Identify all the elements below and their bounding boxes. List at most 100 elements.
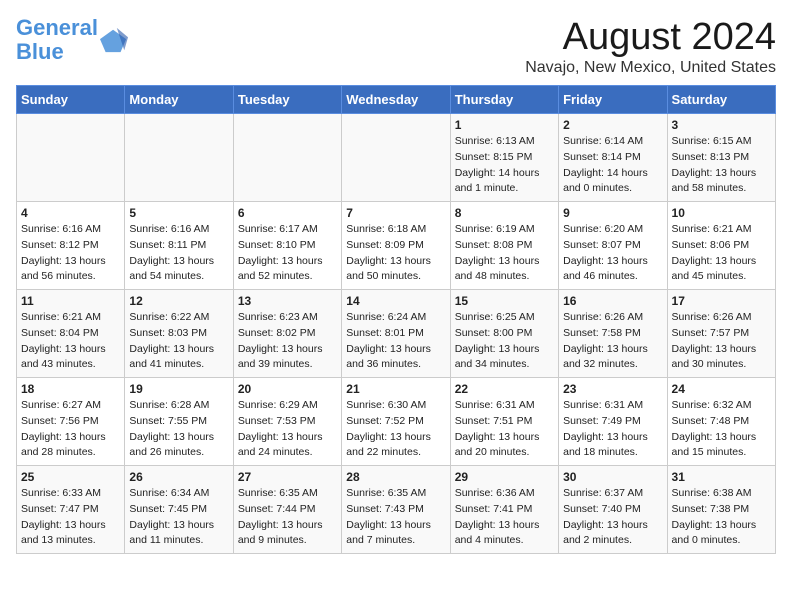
- calendar-cell: 24Sunrise: 6:32 AM Sunset: 7:48 PM Dayli…: [667, 378, 775, 466]
- day-info: Sunrise: 6:31 AM Sunset: 7:51 PM Dayligh…: [455, 398, 554, 461]
- header-day: Friday: [559, 86, 667, 114]
- calendar-cell: 18Sunrise: 6:27 AM Sunset: 7:56 PM Dayli…: [17, 378, 125, 466]
- calendar-cell: 15 Sunrise: 6:25 AM Sunset: 8:00 PM Dayli…: [450, 290, 558, 378]
- calendar-cell: 26 Sunrise: 6:34 AM Sunset: 7:45 PM Dayli…: [125, 466, 233, 554]
- day-number: 1: [455, 118, 554, 132]
- main-title: August 2024: [525, 16, 776, 59]
- day-info: Sunrise: 6:14 AM Sunset: 8:14 PM Dayligh…: [563, 134, 662, 197]
- day-info: Sunrise: 6:27 AM Sunset: 7:56 PM Dayligh…: [21, 398, 120, 461]
- calendar-cell: 20 Sunrise: 6:29 AM Sunset: 7:53 PM Dayli…: [233, 378, 341, 466]
- day-info: Sunrise: 6:21 AM Sunset: 8:06 PM Dayligh…: [672, 222, 771, 285]
- calendar-cell: 9 Sunrise: 6:20 AM Sunset: 8:07 PM Daylig…: [559, 202, 667, 290]
- day-number: 9: [563, 206, 662, 220]
- day-number: 27: [238, 470, 337, 484]
- day-info: Sunrise: 6:22 AM Sunset: 8:03 PM Dayligh…: [129, 310, 228, 373]
- day-number: 12: [129, 294, 228, 308]
- day-number: 26: [129, 470, 228, 484]
- calendar-cell: 30 Sunrise: 6:37 AM Sunset: 7:40 PM Dayli…: [559, 466, 667, 554]
- day-info: Sunrise: 6:31 AM Sunset: 7:49 PM Dayligh…: [563, 398, 662, 461]
- day-info: Sunrise: 6:18 AM Sunset: 8:09 PM Dayligh…: [346, 222, 445, 285]
- day-info: Sunrise: 6:21 AM Sunset: 8:04 PM Dayligh…: [21, 310, 120, 373]
- calendar-cell: 5 Sunrise: 6:16 AM Sunset: 8:11 PM Daylig…: [125, 202, 233, 290]
- calendar-week-row: 18Sunrise: 6:27 AM Sunset: 7:56 PM Dayli…: [17, 378, 776, 466]
- day-number: 4: [21, 206, 120, 220]
- day-number: 20: [238, 382, 337, 396]
- header-day: Monday: [125, 86, 233, 114]
- day-info: Sunrise: 6:20 AM Sunset: 8:07 PM Dayligh…: [563, 222, 662, 285]
- day-info: Sunrise: 6:25 AM Sunset: 8:00 PM Dayligh…: [455, 310, 554, 373]
- day-number: 19: [129, 382, 228, 396]
- header-day: Tuesday: [233, 86, 341, 114]
- day-number: 31: [672, 470, 771, 484]
- calendar-week-row: 11 Sunrise: 6:21 AM Sunset: 8:04 PM Dayli…: [17, 290, 776, 378]
- calendar-cell: 29 Sunrise: 6:36 AM Sunset: 7:41 PM Dayli…: [450, 466, 558, 554]
- calendar-cell: [17, 114, 125, 202]
- logo-icon: [100, 26, 128, 54]
- day-number: 29: [455, 470, 554, 484]
- calendar-cell: 31Sunrise: 6:38 AM Sunset: 7:38 PM Dayli…: [667, 466, 775, 554]
- day-number: 13: [238, 294, 337, 308]
- calendar-cell: 22 Sunrise: 6:31 AM Sunset: 7:51 PM Dayli…: [450, 378, 558, 466]
- day-info: Sunrise: 6:36 AM Sunset: 7:41 PM Dayligh…: [455, 486, 554, 549]
- calendar-cell: 28 Sunrise: 6:35 AM Sunset: 7:43 PM Dayli…: [342, 466, 450, 554]
- day-number: 15: [455, 294, 554, 308]
- calendar-cell: 11 Sunrise: 6:21 AM Sunset: 8:04 PM Dayli…: [17, 290, 125, 378]
- calendar-week-row: 1Sunrise: 6:13 AM Sunset: 8:15 PM Daylig…: [17, 114, 776, 202]
- calendar-cell: 8Sunrise: 6:19 AM Sunset: 8:08 PM Daylig…: [450, 202, 558, 290]
- day-info: Sunrise: 6:30 AM Sunset: 7:52 PM Dayligh…: [346, 398, 445, 461]
- day-number: 8: [455, 206, 554, 220]
- day-number: 22: [455, 382, 554, 396]
- day-info: Sunrise: 6:29 AM Sunset: 7:53 PM Dayligh…: [238, 398, 337, 461]
- day-number: 2: [563, 118, 662, 132]
- calendar-cell: 3 Sunrise: 6:15 AM Sunset: 8:13 PM Daylig…: [667, 114, 775, 202]
- day-number: 16: [563, 294, 662, 308]
- day-number: 17: [672, 294, 771, 308]
- header-day: Saturday: [667, 86, 775, 114]
- day-info: Sunrise: 6:35 AM Sunset: 7:43 PM Dayligh…: [346, 486, 445, 549]
- subtitle: Navajo, New Mexico, United States: [525, 59, 776, 77]
- calendar-cell: 23Sunrise: 6:31 AM Sunset: 7:49 PM Dayli…: [559, 378, 667, 466]
- day-info: Sunrise: 6:15 AM Sunset: 8:13 PM Dayligh…: [672, 134, 771, 197]
- calendar-cell: 27Sunrise: 6:35 AM Sunset: 7:44 PM Dayli…: [233, 466, 341, 554]
- logo-text: GeneralBlue: [16, 16, 98, 64]
- day-info: Sunrise: 6:34 AM Sunset: 7:45 PM Dayligh…: [129, 486, 228, 549]
- header-day: Thursday: [450, 86, 558, 114]
- day-info: Sunrise: 6:24 AM Sunset: 8:01 PM Dayligh…: [346, 310, 445, 373]
- day-info: Sunrise: 6:26 AM Sunset: 7:57 PM Dayligh…: [672, 310, 771, 373]
- day-number: 10: [672, 206, 771, 220]
- calendar-cell: 25Sunrise: 6:33 AM Sunset: 7:47 PM Dayli…: [17, 466, 125, 554]
- day-info: Sunrise: 6:33 AM Sunset: 7:47 PM Dayligh…: [21, 486, 120, 549]
- day-info: Sunrise: 6:17 AM Sunset: 8:10 PM Dayligh…: [238, 222, 337, 285]
- day-number: 11: [21, 294, 120, 308]
- day-number: 5: [129, 206, 228, 220]
- day-info: Sunrise: 6:37 AM Sunset: 7:40 PM Dayligh…: [563, 486, 662, 549]
- day-info: Sunrise: 6:23 AM Sunset: 8:02 PM Dayligh…: [238, 310, 337, 373]
- day-info: Sunrise: 6:16 AM Sunset: 8:11 PM Dayligh…: [129, 222, 228, 285]
- header-day: Wednesday: [342, 86, 450, 114]
- calendar-cell: 21Sunrise: 6:30 AM Sunset: 7:52 PM Dayli…: [342, 378, 450, 466]
- calendar-cell: 1Sunrise: 6:13 AM Sunset: 8:15 PM Daylig…: [450, 114, 558, 202]
- day-info: Sunrise: 6:32 AM Sunset: 7:48 PM Dayligh…: [672, 398, 771, 461]
- day-info: Sunrise: 6:28 AM Sunset: 7:55 PM Dayligh…: [129, 398, 228, 461]
- day-info: Sunrise: 6:16 AM Sunset: 8:12 PM Dayligh…: [21, 222, 120, 285]
- day-info: Sunrise: 6:26 AM Sunset: 7:58 PM Dayligh…: [563, 310, 662, 373]
- calendar-cell: [125, 114, 233, 202]
- calendar-cell: 13 Sunrise: 6:23 AM Sunset: 8:02 PM Dayli…: [233, 290, 341, 378]
- day-number: 3: [672, 118, 771, 132]
- calendar-cell: 2 Sunrise: 6:14 AM Sunset: 8:14 PM Daylig…: [559, 114, 667, 202]
- calendar-cell: 4 Sunrise: 6:16 AM Sunset: 8:12 PM Daylig…: [17, 202, 125, 290]
- title-section: August 2024 Navajo, New Mexico, United S…: [525, 16, 776, 77]
- calendar-cell: [233, 114, 341, 202]
- calendar-body: 1Sunrise: 6:13 AM Sunset: 8:15 PM Daylig…: [17, 114, 776, 554]
- calendar-cell: 12 Sunrise: 6:22 AM Sunset: 8:03 PM Dayli…: [125, 290, 233, 378]
- calendar-cell: 19 Sunrise: 6:28 AM Sunset: 7:55 PM Dayli…: [125, 378, 233, 466]
- calendar-cell: 7Sunrise: 6:18 AM Sunset: 8:09 PM Daylig…: [342, 202, 450, 290]
- day-number: 30: [563, 470, 662, 484]
- page-header: GeneralBlue August 2024 Navajo, New Mexi…: [16, 16, 776, 77]
- calendar-cell: [342, 114, 450, 202]
- calendar-cell: 16 Sunrise: 6:26 AM Sunset: 7:58 PM Dayli…: [559, 290, 667, 378]
- day-number: 28: [346, 470, 445, 484]
- day-number: 14: [346, 294, 445, 308]
- calendar-week-row: 25Sunrise: 6:33 AM Sunset: 7:47 PM Dayli…: [17, 466, 776, 554]
- calendar-header: SundayMondayTuesdayWednesdayThursdayFrid…: [17, 86, 776, 114]
